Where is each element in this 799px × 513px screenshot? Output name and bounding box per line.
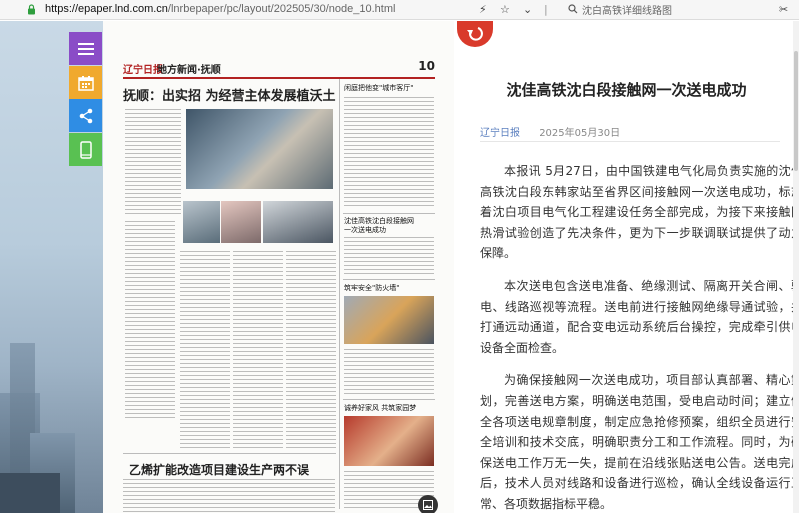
newspaper-page[interactable]: 辽宁日报 地方新闻·抚顺 10 抚顺：出实招 为经营主体发展植沃土 闲庭把他变"… [103,21,454,513]
search-input[interactable]: 沈白高铁详细线路图 [566,2,766,17]
browser-address-bar: https://epaper.lnd.com.cn/lnrbepaper/pc/… [0,0,799,20]
divider: | [544,3,548,16]
url-path: /lnrbepaper/pc/layout/202505/30/node_10.… [167,3,396,15]
menu-button[interactable] [69,32,102,65]
url-field[interactable]: https://epaper.lnd.com.cn/lnrbepaper/pc/… [45,3,395,15]
article-paragraph: 本次送电包含送电准备、绝缘测试、隔离开关合闸、验电、线路巡视等流程。送电前进行接… [480,278,799,355]
chevron-down-icon[interactable]: ⌄ [523,3,532,16]
article-title: 沈佳高铁沈白段接触网一次送电成功 [506,81,747,99]
photo-lab[interactable] [221,201,261,243]
scissors-icon[interactable]: ✂ [779,3,788,16]
back-button[interactable] [457,21,493,48]
share-button[interactable] [69,99,102,132]
search-icon [568,4,578,14]
photo-safety[interactable] [344,296,434,344]
photo-workers[interactable] [183,201,220,243]
newspaper-headline-bottom[interactable]: 乙烯扩能改造项目建设生产两不误 [129,461,309,478]
star-icon[interactable]: ☆ [500,3,510,16]
calendar-icon [77,75,94,91]
mobile-button[interactable] [69,133,102,166]
share-icon [79,108,92,123]
article-paragraph: 为确保接触网一次送电成功，项目部认真部署、精心策划，完善送电方案，明确送电范围，… [480,373,799,511]
article-date: 2025年05月30日 [539,128,621,139]
image-icon [423,500,433,510]
article-meta: 辽宁日报 2025年05月30日 [480,124,780,142]
side-heading-3[interactable]: 筑牢安全"防火墙" [344,283,399,293]
calendar-button[interactable] [69,66,102,99]
section-name: 地方新闻·抚顺 [157,65,221,76]
newspaper-header: 辽宁日报 地方新闻·抚顺 10 [123,59,435,79]
url-host: https://epaper.lnd.com.cn [45,3,168,15]
article-body: 本报讯 5月27日，由中国铁建电气化局负责实施的沈佳高铁沈白段东韩家站至省界区间… [480,161,799,513]
page-number: 10 [418,59,435,73]
mobile-icon [79,140,92,159]
newspaper-headline[interactable]: 抚顺：出实招 为经营主体发展植沃土 [123,85,336,104]
search-placeholder: 沈白高铁详细线路图 [582,6,672,17]
menu-icon [77,42,94,55]
photo-factory[interactable] [186,109,333,189]
article-paragraph: 本报讯 5月27日，由中国铁建电气化局负责实施的沈佳高铁沈白段东韩家站至省界区间… [480,164,799,261]
side-heading-1[interactable]: 闲庭把他变"城市客厅" [344,83,413,93]
lightning-icon[interactable]: ⚡ [479,3,487,16]
photo-family[interactable] [344,416,434,466]
image-view-button[interactable] [418,495,438,513]
side-heading-4[interactable]: 诚养好家风 共筑家园梦 [344,403,416,413]
article-source[interactable]: 辽宁日报 [480,128,520,139]
lock-icon [28,4,35,15]
photo-office[interactable] [263,201,333,243]
scrollbar[interactable] [793,21,799,513]
side-heading-2[interactable]: 沈佳高铁沈白段接触网一次送电成功 [344,217,414,235]
article-panel: 沈佳高铁沈白段接触网一次送电成功 辽宁日报 2025年05月30日 本报讯 5月… [454,21,799,513]
